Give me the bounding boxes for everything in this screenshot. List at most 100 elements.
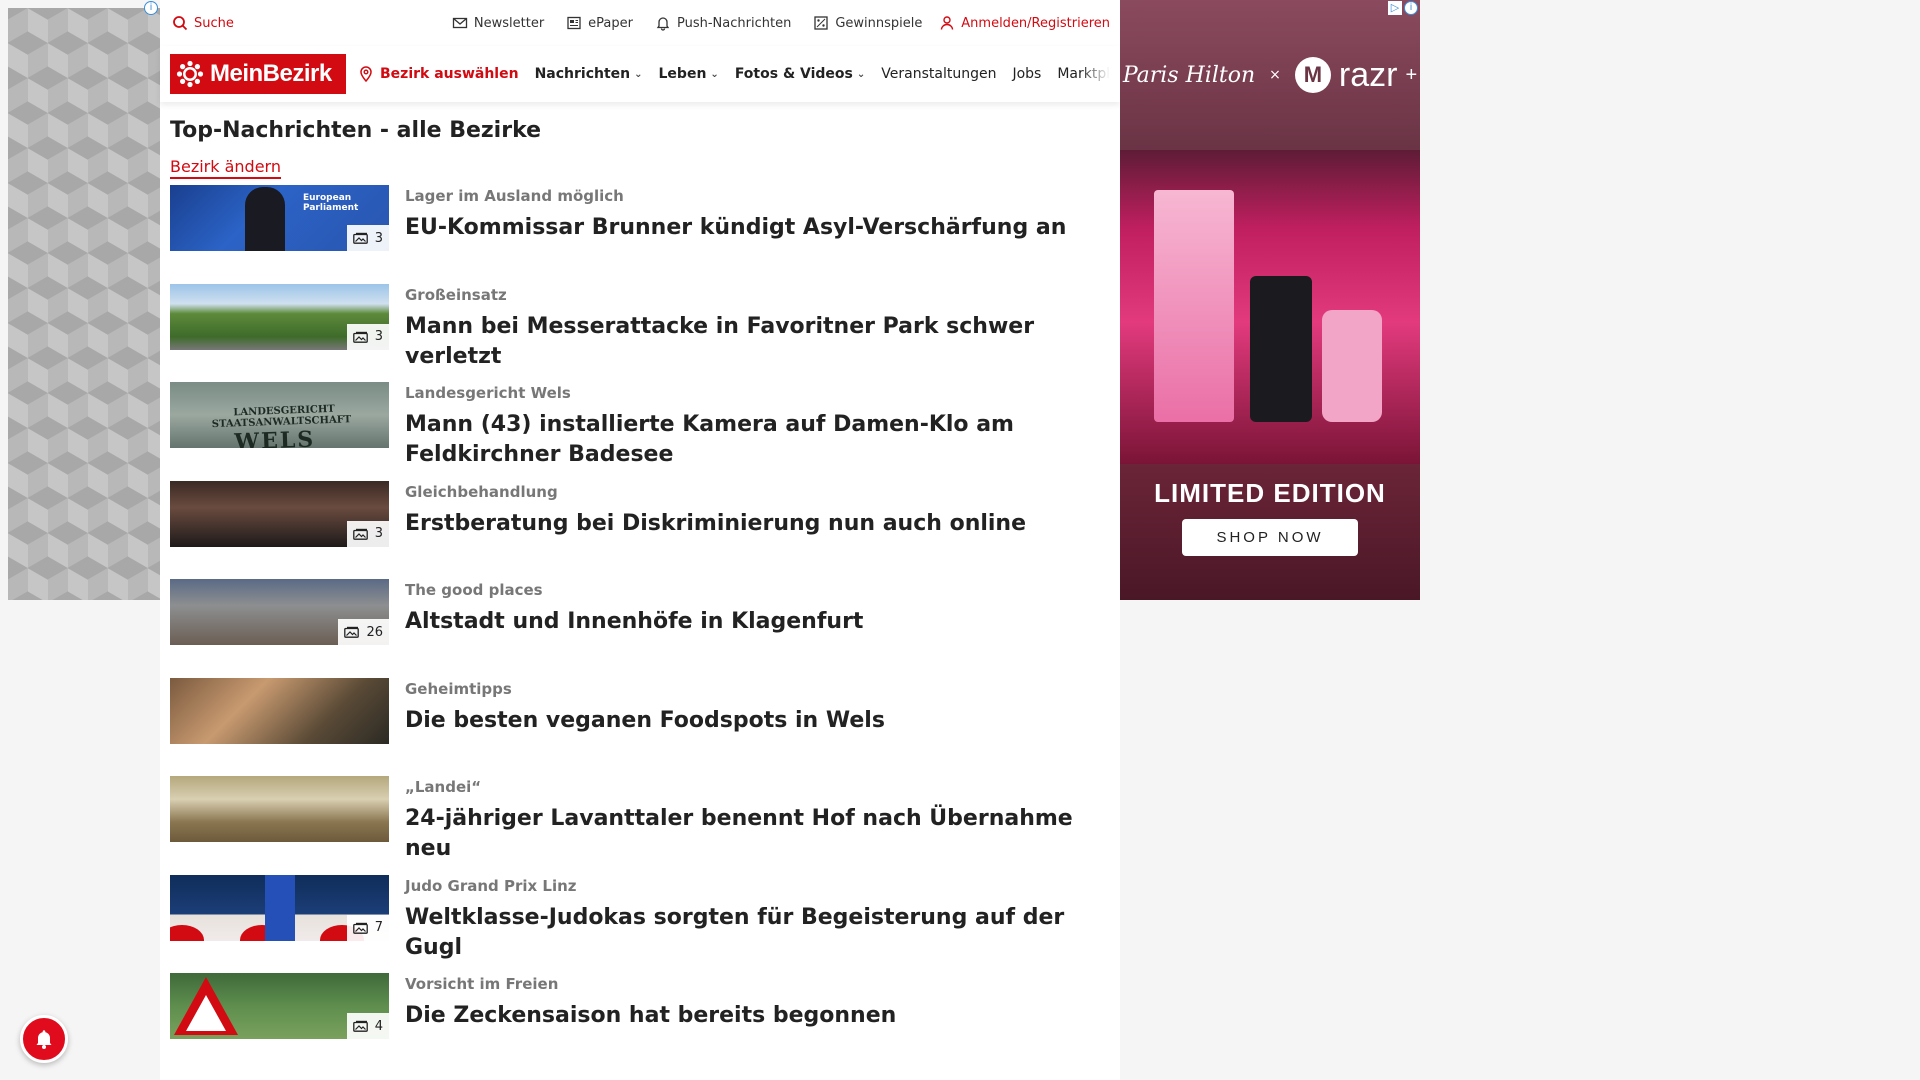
article-kicker: Gleichbehandlung [405,482,558,501]
site-logo[interactable]: MeinBezirk [170,54,346,94]
article-item[interactable]: 7 Judo Grand Prix Linz Weltklasse-Judokas … [170,874,1110,974]
ad-shop-now-button[interactable]: SHOP NOW [1182,519,1358,556]
notification-bell-icon [36,1030,52,1049]
article-item[interactable]: Geheimtipps Die besten veganen Foodspots … [170,677,1110,777]
ad-product-box [1154,190,1234,422]
article-kicker: Vorsicht im Freien [405,975,559,993]
logo-text: MeinBezirk [210,60,332,87]
article-kicker: Geheimtipps [405,679,512,698]
article-title[interactable]: Erstberatung bei Diskriminierung nun auc… [405,509,1026,539]
article-title[interactable]: Die Zeckensaison hat bereits begonnen [405,1001,896,1031]
right-display-ad[interactable]: Paris Hilton × M razr + LIMITED EDITION S… [1120,0,1420,600]
article-item[interactable]: „Landei“ 24-jähriger Lavanttaler benennt … [170,776,1110,875]
camera-icon [352,922,368,934]
article-thumbnail[interactable]: LANDESGERICHT STAATSANWALTSCHAFT WELS [170,382,389,448]
ad-info-icon[interactable]: i [144,1,158,15]
photo-count: 3 [374,329,383,344]
article-thumbnail[interactable]: 3 [170,480,389,547]
article-title[interactable]: Altstadt und Innenhöfe in Klagenfurt [405,607,863,637]
epaper-link[interactable]: ePaper [566,15,633,31]
article-title[interactable]: Mann bei Messerattacke in Favoritner Par… [405,312,1105,372]
district-label: Bezirk auswählen [380,66,519,82]
nav-item-label: Jobs [1012,66,1042,82]
article-item[interactable]: 3 Gleichbehandlung Erstberatung bei Diskri… [170,480,1110,580]
photo-count-badge: 4 [346,1013,389,1039]
article-text: Gleichbehandlung Erstberatung bei Diskrim… [405,481,1026,580]
article-thumbnail[interactable]: 26 [170,579,389,645]
article-item[interactable]: 4 Vorsicht im Freien Die Zeckensaison hat … [170,973,1110,1072]
photo-count: 3 [374,230,383,246]
article-thumbnail[interactable] [170,776,389,842]
article-text: „Landei“ 24-jähriger Lavanttaler benennt … [405,776,1105,875]
ad-cross: × [1269,67,1281,83]
bell-icon [655,15,671,31]
newspaper-icon [566,15,582,31]
main-navigation: MeinBezirk Bezirk auswählen Nachrichten ⌄… [160,46,1120,102]
camera-icon [352,232,368,244]
nav-item-nachrichten[interactable]: Nachrichten ⌄ [535,66,643,82]
top-utility-bar: Suche Newsletter ePaper Push-Nachrichten [160,0,1120,46]
newsletter-label: Newsletter [473,15,545,31]
article-text: Großeinsatz Mann bei Messerattacke in Fav… [405,284,1105,383]
article-item[interactable]: 26 The good places Altstadt und Innenhöfe … [170,579,1110,678]
article-item[interactable]: 3 Großeinsatz Mann bei Messerattacke in Fa… [170,283,1110,383]
photo-count-badge: 3 [346,225,389,251]
article-title[interactable]: Die besten veganen Foodspots in Wels [405,706,885,736]
article-title[interactable]: Weltklasse-Judokas sorgten für Begeister… [405,903,1105,963]
nav-item-fotos-videos[interactable]: Fotos & Videos ⌄ [735,66,865,82]
nav-item-veranstaltungen[interactable]: Veranstaltungen [881,66,996,82]
article-kicker: Lager im Ausland möglich [405,187,624,205]
article-item[interactable]: LANDESGERICHT STAATSANWALTSCHAFT WELS Lande… [170,382,1110,481]
nav-fade-overlay [1080,46,1110,102]
search-label: Suche [194,15,234,31]
nav-item-label: Nachrichten [534,66,631,82]
select-district-button[interactable]: Bezirk auswählen [358,66,519,82]
ad-product-image [1120,150,1420,464]
thumb-judoka-figure [265,874,295,941]
article-thumbnail[interactable]: 3 [170,283,389,350]
nav-item-jobs[interactable]: Jobs [1012,66,1041,82]
article-title[interactable]: EU-Kommissar Brunner kündigt Asyl-Versch… [405,213,1066,243]
photo-count-badge: 3 [346,520,389,547]
newsletter-link[interactable]: Newsletter [452,15,544,31]
location-pin-icon [358,66,374,82]
ad-product-name: razr [1338,55,1398,94]
logo-sun-icon [176,60,204,88]
notification-bell-button[interactable] [20,1015,68,1063]
nav-item-label: Fotos & Videos [734,66,853,82]
ad-headline: LIMITED EDITION [1154,478,1386,508]
nav-item-label: Veranstaltungen [881,66,997,82]
mail-icon [452,15,468,31]
chevron-down-icon: ⌄ [634,68,643,80]
thumb-decor-circle [170,924,204,941]
search-link[interactable]: Suche [172,15,234,31]
thumb-court-sign-line: WELS [233,426,316,448]
push-notifications-link[interactable]: Push-Nachrichten [655,15,791,31]
article-text: Judo Grand Prix Linz Weltklasse-Judokas s… [405,875,1105,974]
thumb-person-silhouette [245,187,285,251]
article-thumbnail[interactable]: 4 [170,973,389,1039]
left-skyscraper-ad[interactable] [8,8,160,600]
gewinnspiele-link[interactable]: Gewinnspiele [813,15,922,31]
ad-product-logo: M razr + [1294,55,1417,95]
ad-choices-icon[interactable]: ▷ [1388,1,1402,15]
nav-item-leben[interactable]: Leben ⌄ [659,66,719,82]
article-thumbnail[interactable] [170,677,389,744]
article-item[interactable]: European Parliament 3 Lager im Ausland mög… [170,185,1110,284]
ad-info-icon[interactable]: i [1404,1,1418,15]
chevron-down-icon: ⌄ [710,68,719,80]
article-kicker: The good places [405,581,543,599]
login-link[interactable]: Anmelden/Registrieren [939,15,1110,31]
article-thumbnail[interactable]: 7 [170,874,389,941]
thumb-eu-banner-text: European Parliament [303,193,359,213]
page-title: Top-Nachrichten - alle Bezirke [170,118,542,143]
ad-phone-dark [1250,276,1312,422]
article-title[interactable]: 24-jähriger Lavanttaler benennt Hof nach… [405,804,1105,864]
change-district-link[interactable]: Bezirk ändern [170,157,281,179]
login-label: Anmelden/Registrieren [961,15,1110,31]
article-title[interactable]: Mann (43) installierte Kamera auf Damen-… [405,410,1105,470]
camera-icon [352,331,368,343]
epaper-label: ePaper [588,15,633,31]
ad-footer: LIMITED EDITION SHOP NOW [1120,464,1420,600]
article-thumbnail[interactable]: European Parliament 3 [170,185,389,251]
